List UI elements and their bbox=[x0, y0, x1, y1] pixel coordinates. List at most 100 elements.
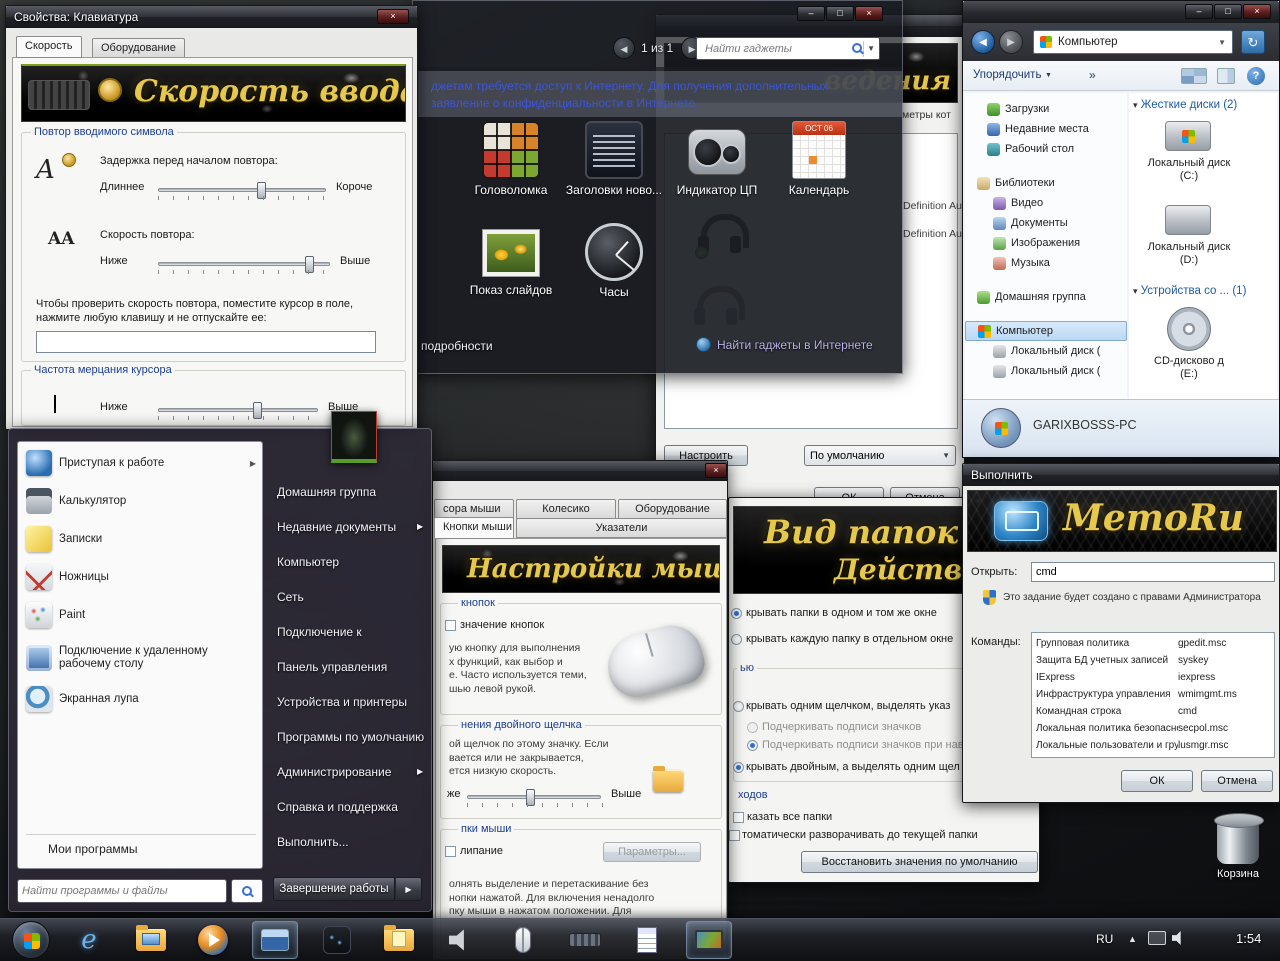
cd-drive-label[interactable]: CD-дисково д (E:) bbox=[1149, 355, 1229, 381]
commands-listbox[interactable]: Групповая политика gpedit.msc Защита БД у… bbox=[1031, 632, 1275, 758]
run-ok-button[interactable]: ОК bbox=[1121, 770, 1193, 792]
taskbar-display-app[interactable] bbox=[686, 921, 732, 959]
sidebar-item-video[interactable]: Видео bbox=[965, 193, 1127, 213]
menu-item-snipping-tool[interactable]: Ножницы bbox=[26, 564, 256, 590]
menu-item-magnifier[interactable]: Экранная лупа bbox=[26, 686, 256, 712]
close-button[interactable]: × bbox=[855, 6, 883, 21]
tray-volume-icon[interactable] bbox=[1172, 930, 1181, 946]
start-item-help-support[interactable]: Справка и поддержка bbox=[277, 800, 398, 814]
test-folder-icon[interactable] bbox=[653, 766, 683, 792]
keyboard-titlebar[interactable]: Свойства: Клавиатура bbox=[6, 6, 417, 28]
open-input[interactable] bbox=[1031, 562, 1275, 582]
tab-hardware[interactable]: Оборудование bbox=[618, 499, 727, 519]
gadget-calendar[interactable]: OCT 06 Календарь bbox=[769, 121, 869, 197]
option-double-click[interactable]: крывать двойным, а выделять одним щел bbox=[746, 761, 960, 773]
sidebar-item-recent[interactable]: Недавние места bbox=[965, 119, 1127, 139]
tray-display-icon[interactable] bbox=[1148, 931, 1166, 945]
start-item-run[interactable]: Выполнить... bbox=[277, 835, 349, 849]
start-item-control-panel[interactable]: Панель управления bbox=[277, 660, 387, 674]
sidebar-item-desktop[interactable]: Рабочий стол bbox=[965, 139, 1127, 159]
command-row[interactable]: Командная строка cmd bbox=[1032, 703, 1274, 720]
tab-buttons[interactable]: Кнопки мыши bbox=[434, 517, 514, 539]
start-item-homegroup[interactable]: Домашняя группа bbox=[277, 485, 376, 499]
radio-new-window[interactable] bbox=[731, 634, 742, 645]
option-underline-always[interactable]: Подчеркивать подписи значков bbox=[762, 721, 921, 733]
drive-c-label[interactable]: Локальный диск (C:) bbox=[1139, 157, 1239, 183]
hdd-group-header[interactable]: ▾ Жесткие диски (2) bbox=[1133, 99, 1237, 111]
run-titlebar[interactable]: Выполнить bbox=[963, 464, 1279, 486]
user-avatar[interactable] bbox=[331, 411, 377, 463]
refresh-button[interactable]: ↻ bbox=[1241, 30, 1265, 54]
minimize-button[interactable]: – bbox=[797, 6, 825, 21]
help-icon[interactable]: ? bbox=[1247, 67, 1265, 85]
gadget-news[interactable]: Заголовки ново... bbox=[564, 121, 664, 197]
my-programs-link[interactable]: Мои программы bbox=[48, 842, 248, 856]
chevron-down-icon[interactable]: ▼ bbox=[1218, 38, 1226, 47]
rate-slider[interactable] bbox=[158, 256, 330, 273]
chevron-down-icon[interactable]: ▼ bbox=[867, 44, 875, 53]
start-item-network[interactable]: Сеть bbox=[277, 590, 304, 604]
taskbar-volume-app[interactable] bbox=[438, 921, 484, 959]
change-view-button[interactable] bbox=[1181, 68, 1207, 84]
tab-wheel[interactable]: Колесико bbox=[516, 499, 616, 519]
gadget-cpu[interactable]: Индикатор ЦП bbox=[667, 121, 767, 197]
page-back-button[interactable]: ◀ bbox=[613, 37, 635, 59]
doubleclick-slider[interactable] bbox=[467, 789, 601, 806]
menu-item-getting-started[interactable]: Приступая к работе ▶ bbox=[26, 450, 256, 476]
close-button[interactable]: × bbox=[705, 463, 727, 478]
recycle-bin[interactable]: Корзина bbox=[1206, 813, 1270, 880]
drive-d-icon[interactable] bbox=[1165, 205, 1211, 235]
gadget-puzzle[interactable]: Головоломка bbox=[461, 121, 561, 197]
radio-underline-hover[interactable] bbox=[747, 740, 758, 751]
sidebar-item-computer[interactable]: Компьютер bbox=[965, 321, 1127, 341]
option-new-window[interactable]: крывать каждую папку в отдельном окне bbox=[746, 633, 953, 645]
clicklock-settings-button[interactable]: Параметры... bbox=[603, 842, 701, 862]
start-item-recent-docs[interactable]: Недавние документы bbox=[277, 520, 396, 534]
tray-clock[interactable]: 1:54 bbox=[1236, 931, 1261, 946]
start-search-input[interactable] bbox=[17, 879, 227, 903]
taskbar-notepad-app[interactable] bbox=[624, 921, 670, 959]
sidebar-item-music[interactable]: Музыка bbox=[965, 253, 1127, 273]
taskbar-explorer[interactable] bbox=[128, 921, 174, 959]
start-item-connect-to[interactable]: Подключение к bbox=[277, 625, 362, 639]
mouse-titlebar[interactable] bbox=[433, 461, 727, 481]
shutdown-options-button[interactable]: ▶ bbox=[396, 877, 422, 901]
swap-buttons-label[interactable]: значение кнопок bbox=[460, 619, 544, 631]
start-item-default-programs[interactable]: Программы по умолчанию bbox=[277, 730, 424, 744]
taskbar-ie[interactable]: e bbox=[66, 921, 112, 959]
command-row[interactable]: Локальные пользователи и группыlusmgr.ms… bbox=[1032, 737, 1274, 754]
radio-single-click[interactable] bbox=[733, 701, 744, 712]
maximize-button[interactable]: □ bbox=[1214, 4, 1242, 19]
tab-pointers[interactable]: Указатели bbox=[516, 518, 727, 538]
maximize-button[interactable]: □ bbox=[826, 6, 854, 21]
clicklock-label[interactable]: липание bbox=[460, 845, 503, 857]
command-row[interactable]: Локальная политика безопасностиsecpol.ms… bbox=[1032, 720, 1274, 737]
radio-same-window[interactable] bbox=[731, 608, 742, 619]
forward-button[interactable]: ▶ bbox=[999, 30, 1023, 54]
tab-hardware[interactable]: Оборудование bbox=[92, 38, 185, 58]
checkbox-auto-expand[interactable] bbox=[729, 830, 740, 841]
close-button[interactable]: × bbox=[1243, 4, 1271, 19]
sidebar-item-libraries[interactable]: Библиотеки bbox=[965, 173, 1127, 193]
close-button[interactable]: × bbox=[377, 9, 409, 24]
run-cancel-button[interactable]: Отмена bbox=[1201, 770, 1273, 792]
command-row[interactable]: IExpress iexpress bbox=[1032, 669, 1274, 686]
blink-slider[interactable] bbox=[158, 402, 318, 419]
clicklock-checkbox[interactable] bbox=[445, 846, 456, 857]
menu-item-sticky-notes[interactable]: Записки bbox=[26, 526, 256, 552]
tray-show-hidden-icons[interactable]: ▲ bbox=[1128, 934, 1137, 944]
sidebar-item-disk-d[interactable]: Локальный диск ( bbox=[965, 361, 1127, 381]
toolbar-overflow-chevron[interactable]: » bbox=[1089, 68, 1096, 82]
swap-buttons-checkbox[interactable] bbox=[445, 620, 456, 631]
menu-item-calculator[interactable]: Калькулятор bbox=[26, 488, 256, 514]
taskbar-keyboard-app[interactable] bbox=[562, 921, 608, 959]
radio-underline-always[interactable] bbox=[747, 722, 758, 733]
option-auto-expand[interactable]: томатически разворачивать до текущей пап… bbox=[742, 829, 978, 841]
gadget-slideshow[interactable]: Показ слайдов bbox=[461, 223, 561, 297]
sidebar-item-downloads[interactable]: Загрузки bbox=[965, 99, 1127, 119]
taskbar-active-app[interactable] bbox=[252, 921, 298, 959]
taskbar-messenger[interactable] bbox=[314, 921, 360, 959]
menu-item-paint[interactable]: Paint bbox=[26, 602, 256, 628]
command-row[interactable]: Защита БД учетных записей syskey bbox=[1032, 652, 1274, 669]
drive-c-icon[interactable] bbox=[1165, 121, 1211, 151]
